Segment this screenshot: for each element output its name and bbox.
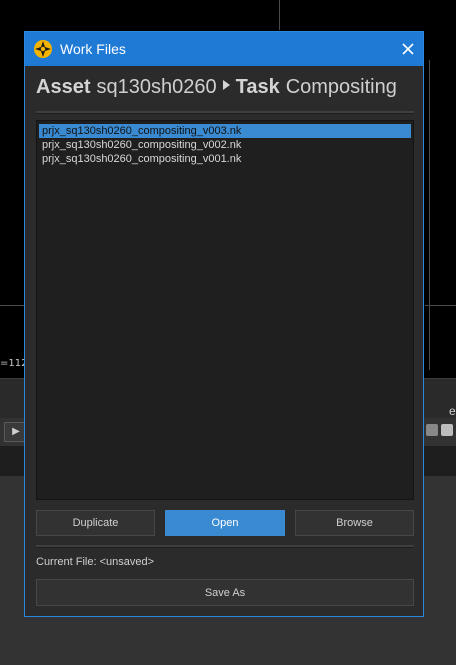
list-item[interactable]: prjx_sq130sh0260_compositing_v001.nk	[39, 152, 411, 166]
current-file-status: Current File: <unsaved>	[36, 556, 154, 568]
browse-button[interactable]: Browse	[295, 510, 414, 536]
app-logo-icon	[34, 40, 52, 58]
task-value: Compositing	[285, 76, 397, 98]
save-as-button[interactable]: Save As	[36, 579, 414, 606]
list-item[interactable]: prjx_sq130sh0260_compositing_v002.nk	[39, 138, 411, 152]
work-file-list[interactable]: prjx_sq130sh0260_compositing_v003.nk prj…	[36, 120, 414, 500]
current-file-label: Current File:	[36, 556, 97, 568]
task-label: Task	[235, 76, 280, 98]
open-button[interactable]: Open	[165, 510, 285, 536]
background-guide-line	[279, 0, 280, 30]
work-files-dialog: Work Files Asset sq130sh0260 Task Compos…	[24, 31, 424, 617]
background-guide-line	[0, 305, 24, 306]
footer-divider	[36, 545, 414, 548]
background-panel-label: e	[449, 404, 456, 418]
list-item[interactable]: prjx_sq130sh0260_compositing_v003.nk	[39, 124, 411, 138]
close-button[interactable]	[393, 32, 423, 66]
dialog-title: Work Files	[60, 41, 126, 57]
dialog-titlebar[interactable]: Work Files	[25, 32, 423, 66]
background-lock-icon[interactable]	[441, 424, 453, 436]
close-icon	[402, 43, 414, 55]
current-file-value: <unsaved>	[99, 556, 155, 568]
asset-label: Asset	[36, 76, 91, 98]
header-divider	[36, 111, 414, 114]
chevron-right-icon	[222, 80, 230, 90]
context-header: Asset sq130sh0260 Task Compositing	[36, 76, 397, 106]
background-toolbar-icon[interactable]	[426, 424, 438, 436]
background-guide-line	[429, 60, 430, 370]
background-guide-line	[425, 305, 456, 306]
duplicate-button[interactable]: Duplicate	[36, 510, 155, 536]
asset-value: sq130sh0260	[96, 76, 217, 98]
